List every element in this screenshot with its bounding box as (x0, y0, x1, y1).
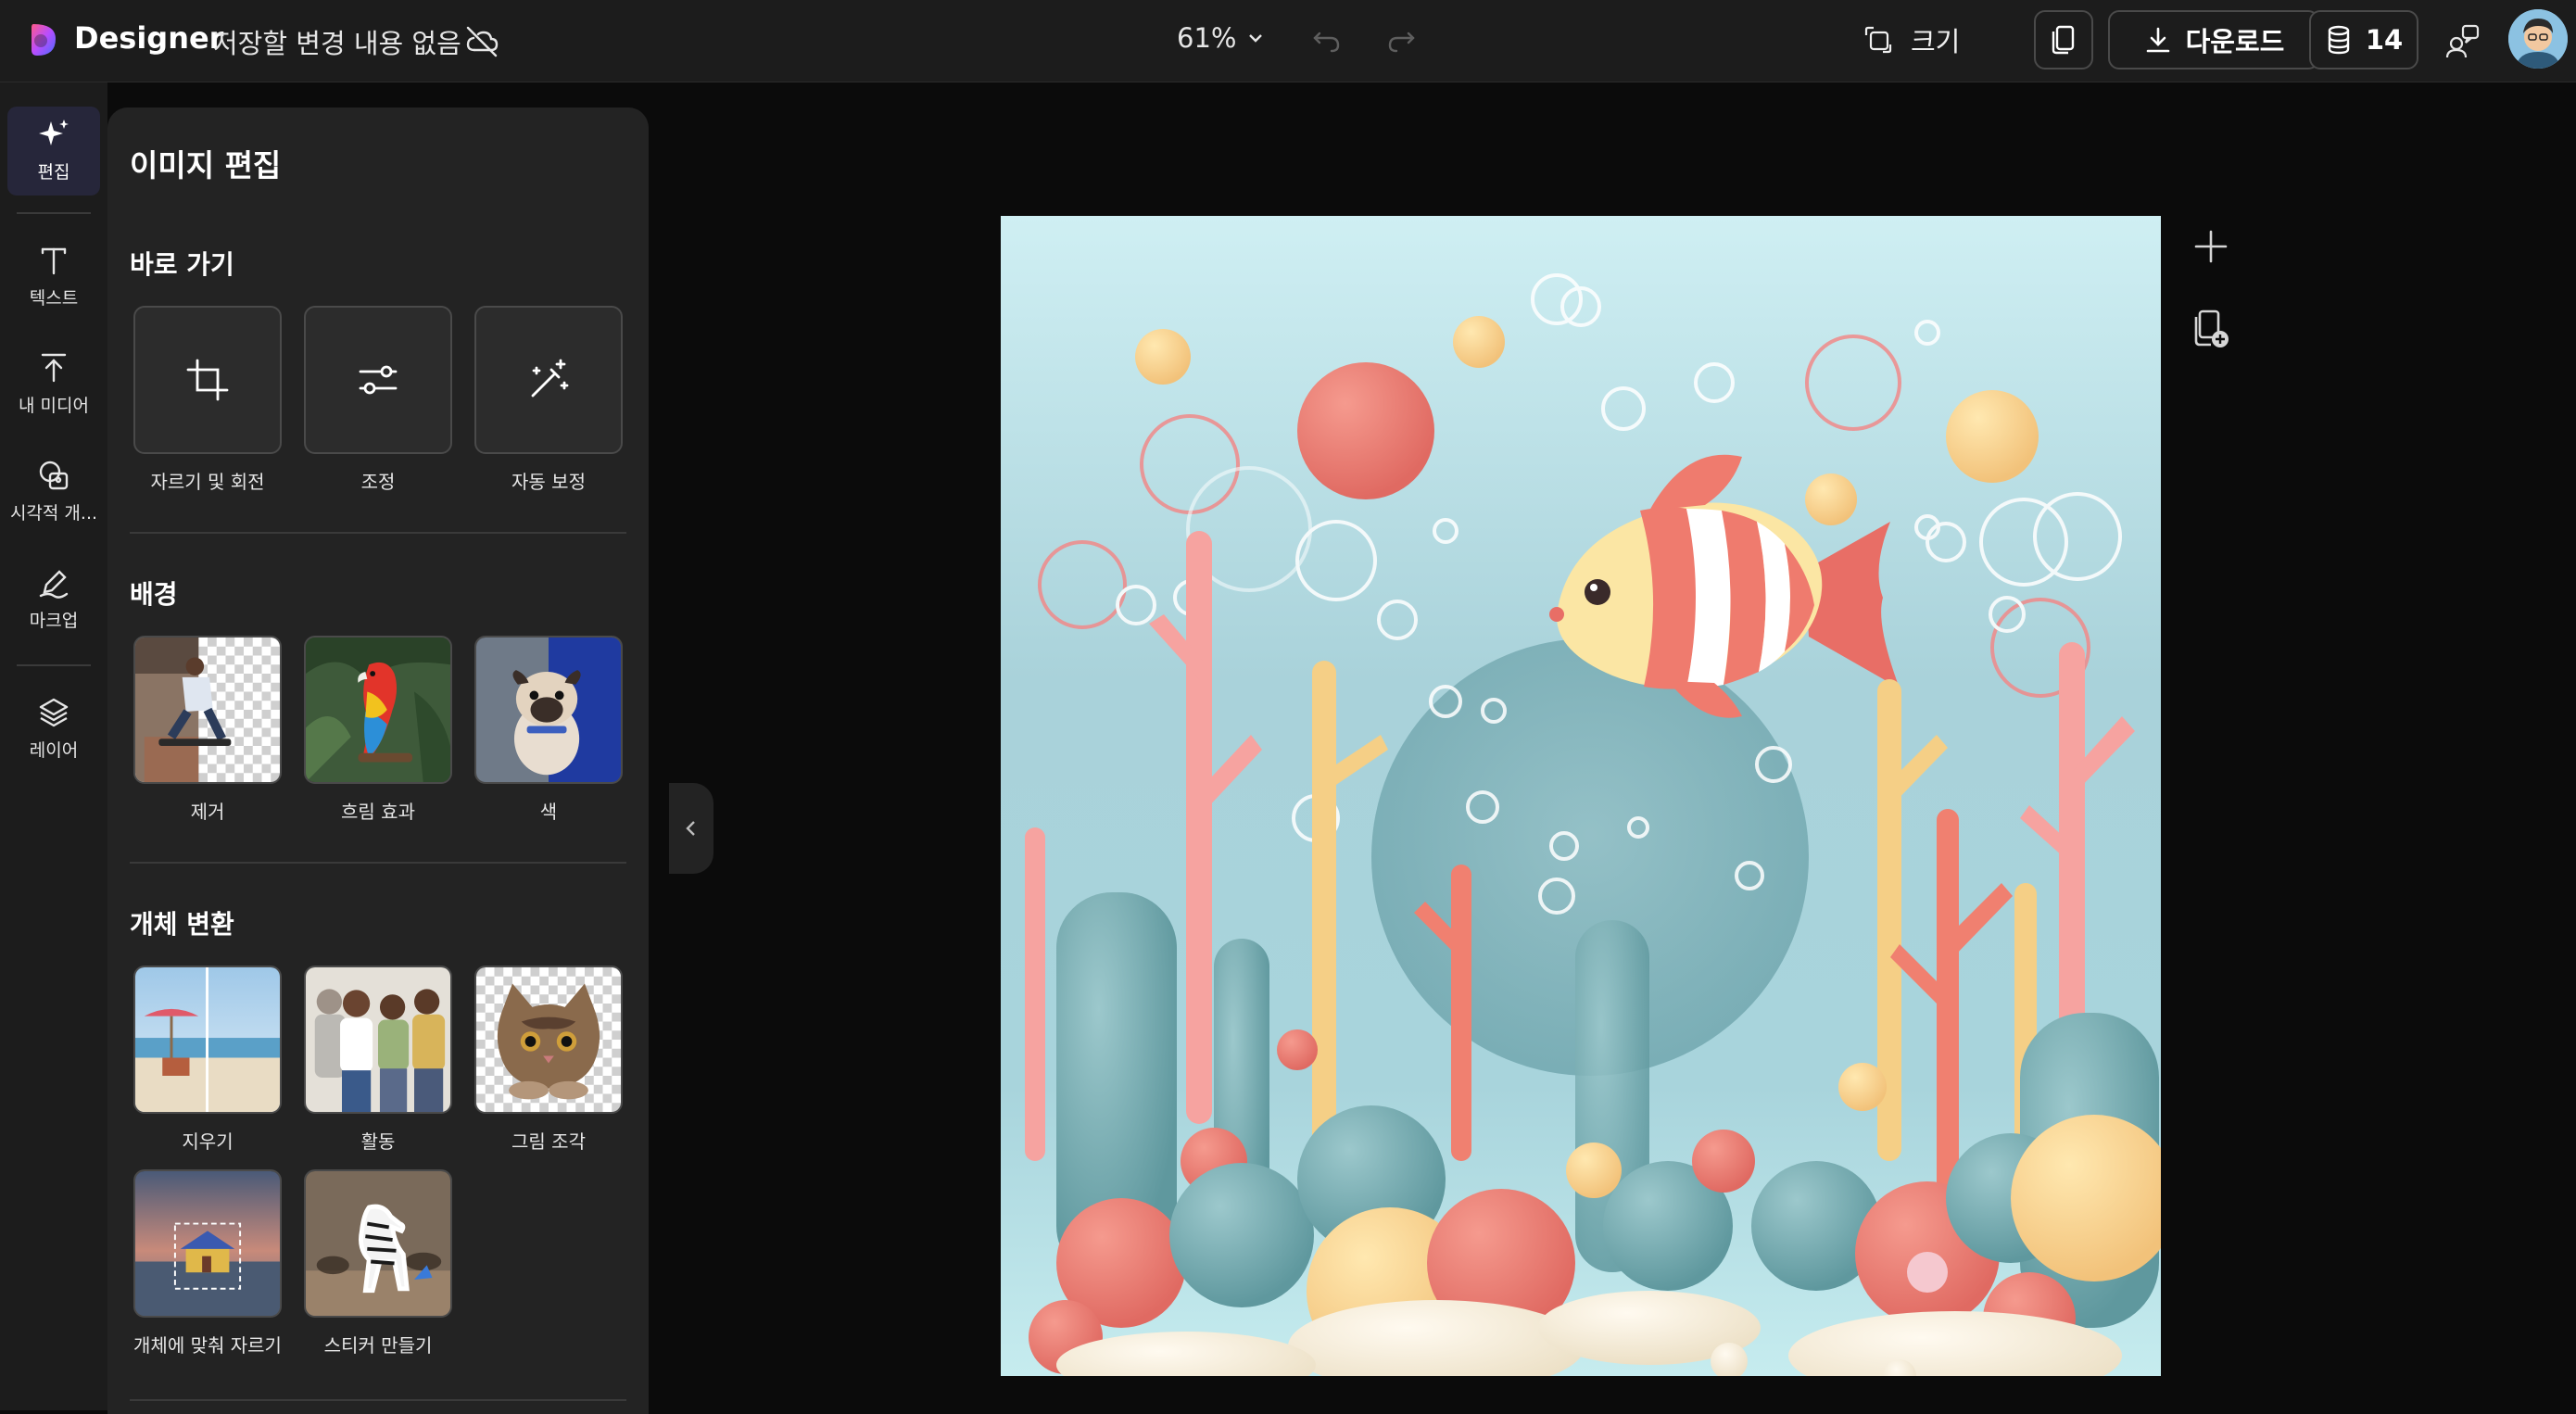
rail-label-layers: 레이어 (29, 740, 79, 761)
section-title-object: 개체 변환 (130, 909, 234, 940)
background-blur-button[interactable] (304, 636, 452, 784)
app-name: Designer (74, 20, 224, 56)
zoom-dropdown[interactable]: 61% (1177, 22, 1266, 54)
background-blur-label: 흐림 효과 (341, 801, 415, 823)
rail-label-text: 텍스트 (29, 288, 79, 309)
rail-item-layers[interactable]: 레이어 (7, 694, 100, 762)
adjust-label: 조정 (360, 471, 396, 493)
top-bar: Designer 저장할 변경 내용 없음 61% 크기 다운로드 14 (0, 0, 2576, 82)
image-cutout-label: 그림 조각 (511, 1130, 586, 1153)
avatar[interactable] (2508, 9, 2568, 69)
redo-icon[interactable] (1383, 20, 1420, 57)
cloud-off-icon (466, 26, 499, 57)
section-divider (130, 1399, 626, 1401)
adjust-button[interactable] (304, 306, 452, 454)
background-color-button[interactable] (474, 636, 623, 784)
coins-icon (2328, 25, 2350, 55)
rail-item-text[interactable]: 텍스트 (7, 242, 100, 309)
zoom-value: 61% (1177, 22, 1237, 54)
auto-enhance-label: 자동 보정 (511, 471, 586, 493)
share-people-icon[interactable] (2443, 20, 2483, 61)
cat-thumbnail (476, 967, 621, 1112)
crop-to-object-button[interactable] (133, 1169, 282, 1318)
resize-label: 크기 (1911, 26, 1961, 57)
designer-logo-icon[interactable] (28, 20, 61, 59)
skateboarder-thumbnail (135, 638, 280, 782)
rail-label-markup: 마크업 (29, 611, 79, 631)
beach-thumbnail (135, 967, 280, 1112)
pages-button[interactable] (2034, 10, 2093, 69)
chevron-left-icon (686, 821, 695, 836)
crop-rotate-label: 자르기 및 회전 (150, 471, 265, 493)
make-sticker-button[interactable] (304, 1169, 452, 1318)
rail-divider (17, 212, 91, 214)
pug-thumbnail (476, 638, 621, 782)
rail-item-edit[interactable]: 편집 (7, 107, 100, 196)
credits-button[interactable]: 14 (2309, 10, 2418, 69)
erase-label: 지우기 (182, 1130, 234, 1153)
section-divider (130, 532, 626, 534)
rail-label-visuals: 시각적 개... (9, 503, 98, 524)
sparkle-icon (39, 120, 69, 145)
rail-divider (17, 664, 91, 666)
activity-label: 활동 (360, 1130, 396, 1153)
make-sticker-label: 스티커 만들기 (323, 1334, 433, 1357)
credits-count: 14 (2365, 24, 2404, 56)
zebra-thumbnail (306, 1171, 450, 1316)
text-icon (41, 247, 67, 275)
resize-button[interactable]: 크기 (1863, 17, 1960, 63)
parrot-thumbnail (306, 638, 450, 782)
crop-icon (186, 359, 229, 401)
chevron-down-icon (1249, 34, 1263, 43)
house-on-water-thumbnail (135, 1171, 280, 1316)
edit-image-panel: 이미지 편집 바로 가기 자르기 및 회전 조정 자동 보정 배경 제거 흐림 … (107, 107, 649, 1414)
section-title-background: 배경 (130, 579, 178, 610)
avatar-image (2508, 9, 2568, 69)
duplicate-page-icon[interactable] (2189, 306, 2233, 350)
rail-item-visuals[interactable]: 시각적 개... (7, 457, 100, 524)
download-icon (2146, 27, 2169, 53)
upload-icon (41, 353, 67, 383)
background-color-label: 색 (539, 801, 558, 823)
visuals-icon (39, 461, 69, 490)
pages-icon (2052, 25, 2075, 55)
pen-icon (39, 570, 69, 599)
image-cutout-button[interactable] (474, 966, 623, 1114)
friends-thumbnail (306, 967, 450, 1112)
rail-item-my-media[interactable]: 내 미디어 (7, 349, 100, 417)
rail-label-edit: 편집 (37, 162, 70, 183)
resize-icon (1864, 26, 1892, 54)
design-canvas[interactable] (1001, 216, 2161, 1376)
save-status: 저장할 변경 내용 없음 (213, 28, 461, 59)
magic-wand-icon (531, 359, 569, 398)
rail-item-markup[interactable]: 마크업 (7, 564, 100, 632)
layers-icon (39, 698, 69, 727)
background-remove-button[interactable] (133, 636, 282, 784)
crop-rotate-button[interactable] (133, 306, 282, 454)
erase-button[interactable] (133, 966, 282, 1114)
crop-to-object-label: 개체에 맞춰 자르기 (133, 1334, 282, 1357)
left-rail: 편집 텍스트 내 미디어 시각적 개... 마크업 레이어 (0, 82, 107, 1410)
section-title-shortcuts: 바로 가기 (130, 249, 234, 280)
collapse-panel-button[interactable] (669, 783, 713, 874)
underwater-fish-image (1001, 216, 2161, 1376)
sliders-icon (359, 365, 398, 395)
section-divider (130, 862, 626, 864)
panel-title: 이미지 편집 (130, 147, 282, 183)
download-label: 다운로드 (2185, 26, 2285, 57)
background-remove-label: 제거 (190, 801, 225, 823)
auto-enhance-button[interactable] (474, 306, 623, 454)
undo-icon[interactable] (1308, 20, 1345, 57)
add-page-icon[interactable] (2189, 224, 2233, 269)
download-button[interactable]: 다운로드 (2108, 10, 2319, 69)
activity-button[interactable] (304, 966, 452, 1114)
rail-label-my-media: 내 미디어 (19, 396, 89, 416)
